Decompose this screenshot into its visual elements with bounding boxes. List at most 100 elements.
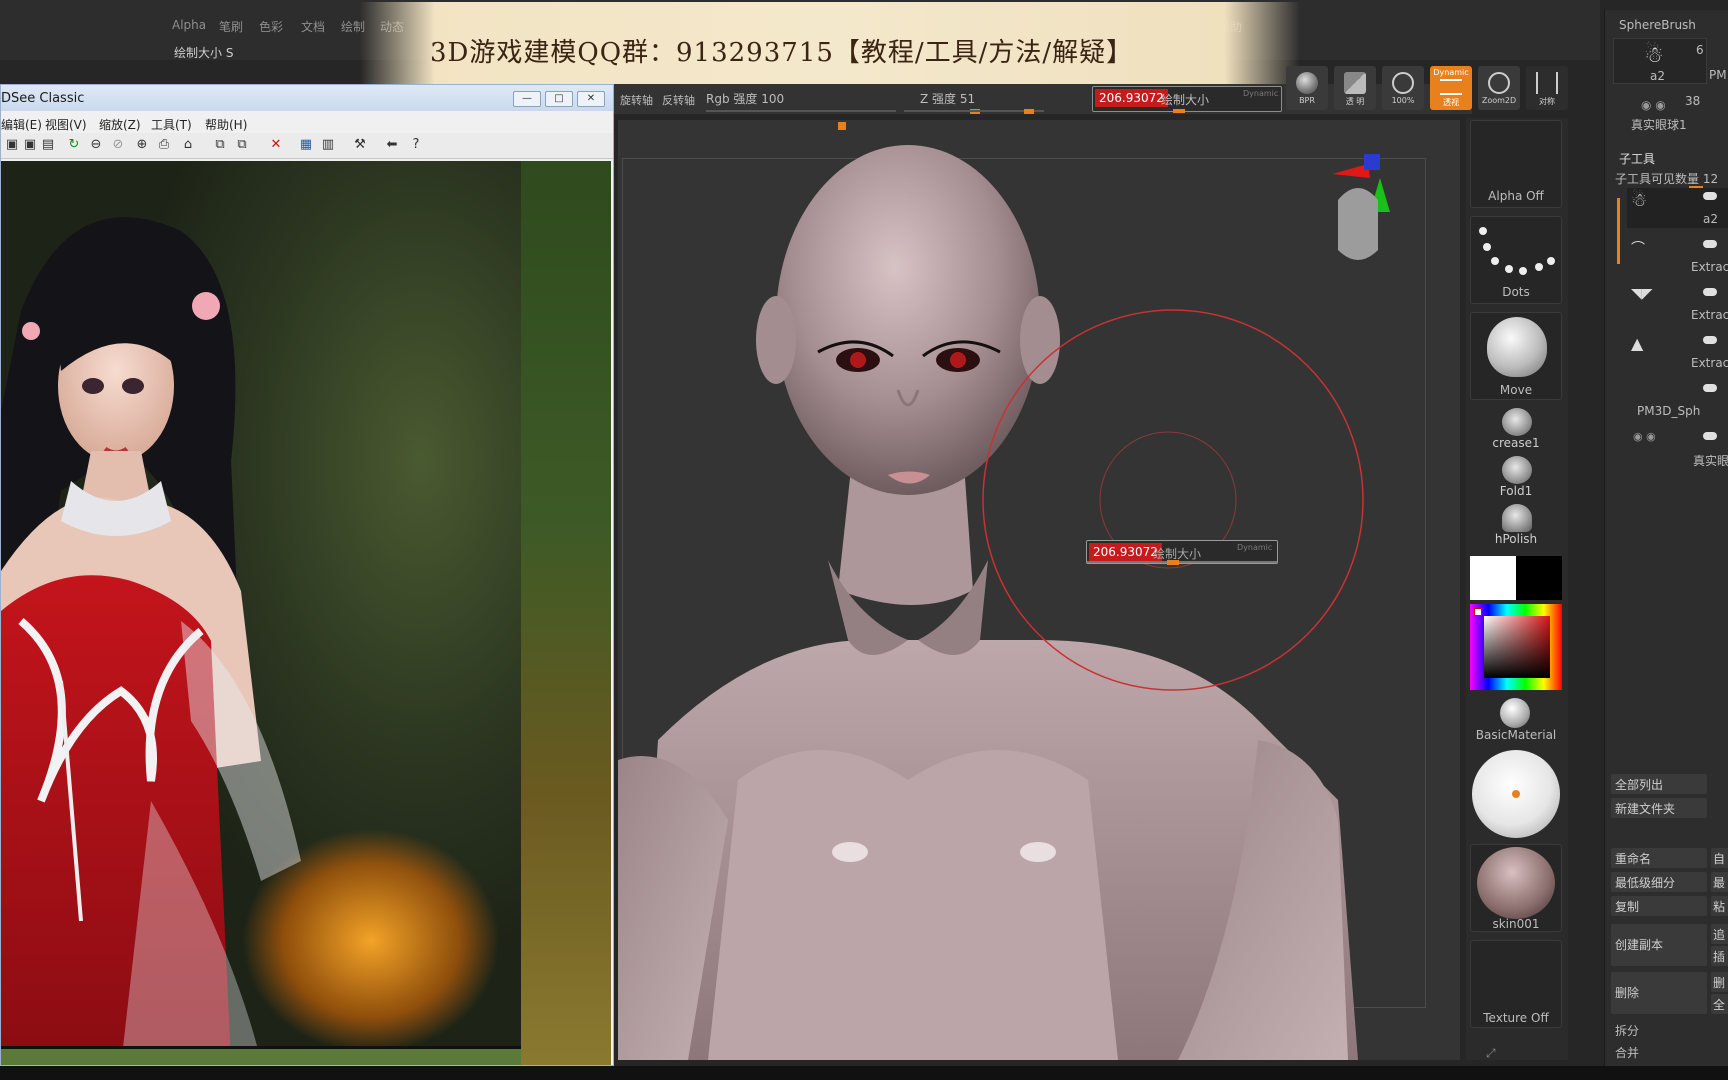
zoom-in-icon[interactable]: ⊕ — [135, 138, 149, 152]
paste-button[interactable]: 粘 — [1711, 896, 1728, 916]
expand-icon[interactable]: ⤢ — [1486, 1046, 1496, 1061]
main-color-swatch[interactable] — [1470, 556, 1516, 600]
insert-button[interactable]: 插 — [1711, 946, 1728, 966]
menu-color[interactable]: 色彩 — [259, 18, 283, 35]
menu-tools[interactable]: 工具(T) — [151, 116, 192, 133]
skin-material-slot[interactable]: skin001 — [1470, 844, 1562, 932]
canvas-corner-handle[interactable] — [838, 122, 846, 130]
symmetry-button[interactable]: 对称 — [1526, 66, 1568, 110]
menu-alpha[interactable]: Alpha — [172, 18, 206, 32]
auto-reorder-button[interactable]: 自 — [1711, 848, 1728, 868]
bpr-button[interactable]: BPR — [1286, 66, 1328, 110]
back-icon[interactable]: ⬅ — [385, 138, 399, 152]
visibility-toggle[interactable] — [1703, 192, 1717, 200]
z-intensity-slider[interactable]: Z 强度 51 — [904, 90, 1044, 114]
visibility-toggle[interactable] — [1703, 432, 1717, 440]
minimize-button[interactable]: — — [513, 91, 541, 107]
menu-view[interactable]: 视图(V) — [45, 116, 87, 133]
edit-icon[interactable]: ▦ — [299, 138, 313, 152]
duplicate-button[interactable]: 创建副本 — [1611, 924, 1707, 966]
subtool-item[interactable]: ◥◤ Extrac — [1627, 284, 1728, 324]
visibility-toggle[interactable] — [1703, 288, 1717, 296]
delete-all-button[interactable]: 全 — [1711, 994, 1728, 1014]
split-button[interactable]: 拆分 — [1615, 1022, 1639, 1039]
visibility-toggle[interactable] — [1703, 240, 1717, 248]
tool-name: SphereBrush — [1619, 18, 1696, 32]
transparent-button[interactable]: 透 明 — [1334, 66, 1376, 110]
zoom-100-button[interactable]: 100% — [1382, 66, 1424, 110]
reference-image — [1, 161, 611, 1065]
subtool-item[interactable]: ☃ a2 — [1627, 188, 1728, 228]
append-button[interactable]: 追 — [1711, 924, 1728, 944]
close-button[interactable]: ✕ — [577, 91, 605, 107]
next-image-icon[interactable]: ▣ — [23, 138, 37, 152]
highest-subdiv-button[interactable]: 最 — [1711, 872, 1728, 892]
prev-image-icon[interactable]: ▣ — [5, 138, 19, 152]
menu-help-acd[interactable]: 帮助(H) — [205, 116, 247, 133]
alpha-slot[interactable]: Alpha Off — [1470, 120, 1562, 208]
zoom-out-icon[interactable]: ⊖ — [89, 138, 103, 152]
scan-icon[interactable]: ⌂ — [181, 138, 195, 152]
subtool-name: 真实眼球 — [1693, 454, 1728, 468]
subtool-item[interactable]: ⌒ Extrac — [1627, 236, 1728, 276]
color-picker-square[interactable] — [1484, 616, 1550, 678]
delete-button[interactable]: 删除 — [1611, 972, 1707, 1014]
lowest-subdiv-button[interactable]: 最低级细分 — [1611, 872, 1707, 892]
zoom2d-button[interactable]: Zoom2D — [1478, 66, 1520, 110]
subtool-item[interactable]: ▲ Extrac — [1627, 332, 1728, 372]
rotate-axis-label[interactable]: 旋转轴 — [620, 92, 653, 108]
viewport-canvas[interactable] — [618, 120, 1460, 1060]
rgb-intensity-slider[interactable]: Rgb 强度 100 — [706, 90, 980, 114]
refresh-icon[interactable]: ↻ — [67, 138, 81, 152]
browse-icon[interactable]: ▤ — [41, 138, 55, 152]
secondary-color-swatch[interactable] — [1516, 556, 1562, 600]
mirror-axis-label[interactable]: 反转轴 — [662, 92, 695, 108]
new-folder-button[interactable]: 新建文件夹 — [1611, 798, 1707, 818]
sphere-preview-icon[interactable] — [1472, 750, 1560, 838]
acdsee-titlebar[interactable]: DSee Classic — □ ✕ — [1, 85, 613, 111]
zoom-fit-icon[interactable]: ⊘ — [111, 138, 125, 152]
paste-icon[interactable]: ⧉ — [235, 138, 249, 152]
visibility-toggle[interactable] — [1703, 384, 1717, 392]
menu-document[interactable]: 文档 — [301, 18, 325, 35]
draw-size-slider[interactable]: 206.93072 绘制大小 Dynamic — [1092, 86, 1282, 113]
basic-material-icon[interactable] — [1500, 698, 1530, 728]
perspective-button[interactable]: Dynamic 透视 — [1430, 66, 1472, 110]
menu-brush[interactable]: 笔刷 — [219, 18, 243, 35]
properties-icon[interactable]: ▥ — [321, 138, 335, 152]
menu-edit[interactable]: 编辑(E) — [1, 116, 42, 133]
texture-slot[interactable]: Texture Off — [1470, 940, 1562, 1028]
menu-zoom[interactable]: 缩放(Z) — [99, 116, 141, 133]
copy-icon[interactable]: ⧉ — [213, 138, 227, 152]
subtool-header[interactable]: 子工具 — [1619, 150, 1655, 167]
fold-brush[interactable]: Fold1 — [1470, 456, 1562, 500]
extract-icon: ⌒ — [1631, 241, 1645, 257]
draw-size-popup[interactable]: 206.93072 绘制大小 Dynamic — [1086, 540, 1278, 565]
image-grass — [1, 1049, 521, 1065]
popup-dynamic-label[interactable]: Dynamic — [1237, 543, 1272, 552]
delete-icon[interactable]: ✕ — [269, 138, 283, 152]
subtool-scroll-indicator[interactable] — [1617, 198, 1620, 264]
delete-other-button[interactable]: 删 — [1711, 972, 1728, 992]
crease-brush[interactable]: crease1 — [1470, 408, 1562, 452]
tool-sublabel: a2 — [1650, 69, 1665, 83]
acdsee-window[interactable]: DSee Classic — □ ✕ 编辑(E) 视图(V) 缩放(Z) 工具(… — [0, 84, 614, 1066]
list-all-button[interactable]: 全部列出 — [1611, 774, 1707, 794]
maximize-button[interactable]: □ — [545, 91, 573, 107]
tool-thumbnail[interactable]: ☃ 6 a2 — [1613, 38, 1707, 84]
rename-button[interactable]: 重命名 — [1611, 848, 1707, 868]
visibility-toggle[interactable] — [1703, 336, 1717, 344]
hpolish-brush[interactable]: hPolish — [1470, 504, 1562, 548]
stroke-slot[interactable]: Dots — [1470, 216, 1562, 304]
brush-size-label: 绘制大小 S — [174, 46, 234, 60]
tools-icon[interactable]: ⚒ — [353, 138, 367, 152]
merge-button[interactable]: 合并 — [1615, 1044, 1639, 1061]
brush-slot[interactable]: Move — [1470, 312, 1562, 400]
color-picker[interactable] — [1470, 604, 1562, 690]
copy-button[interactable]: 复制 — [1611, 896, 1707, 916]
subtool-item[interactable]: ◉ ◉ 真实眼球 — [1627, 428, 1728, 468]
help-icon[interactable]: ? — [409, 138, 423, 152]
subtool-item[interactable]: PM3D_Sph — [1627, 380, 1728, 420]
dynamic-label[interactable]: Dynamic — [1243, 89, 1278, 98]
print-icon[interactable]: ⎙ — [157, 138, 171, 152]
